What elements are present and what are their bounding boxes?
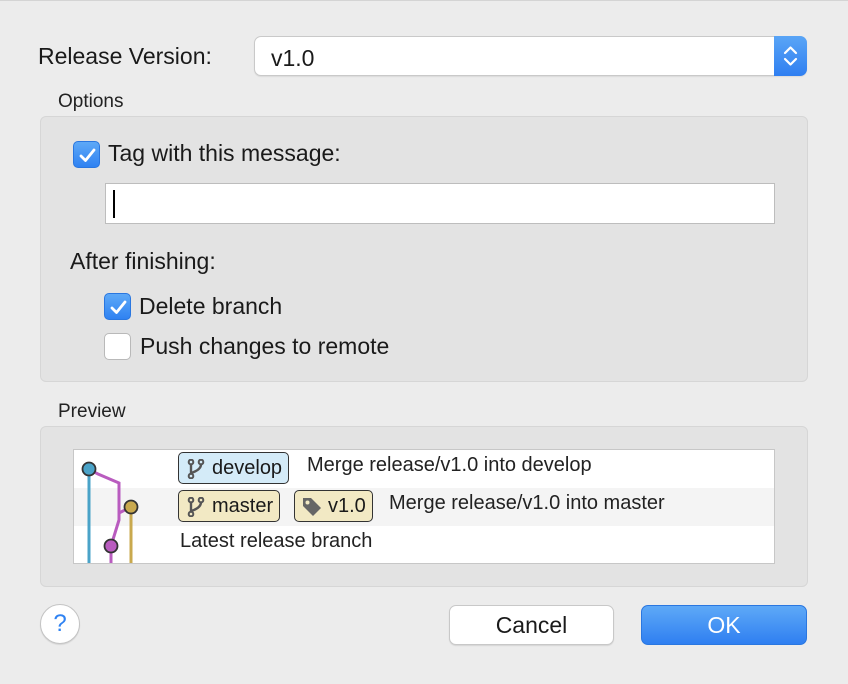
branch-badge-label: master xyxy=(212,495,274,517)
commit-message: Latest release branch xyxy=(180,530,373,552)
checkmark-icon xyxy=(110,300,127,314)
branch-badge-master: master xyxy=(178,490,281,522)
after-finishing-label: After finishing: xyxy=(70,248,216,274)
help-button[interactable]: ? xyxy=(40,604,80,644)
tag-message-label: Tag with this message: xyxy=(108,140,341,166)
tag-message-checkbox[interactable] xyxy=(73,141,100,168)
release-version-label: Release Version: xyxy=(38,43,212,69)
commit-message: Merge release/v1.0 into master xyxy=(389,492,665,514)
window-top-border xyxy=(0,0,848,1)
push-changes-checkbox[interactable] xyxy=(104,333,131,360)
commit-message: Merge release/v1.0 into develop xyxy=(307,454,592,476)
preview-commit-list: develop Merge release/v1.0 into develop … xyxy=(73,449,775,564)
preview-group-label: Preview xyxy=(58,401,126,422)
commit-graph xyxy=(81,461,139,563)
release-version-select[interactable]: v1.0 xyxy=(254,36,807,76)
ok-button[interactable]: OK xyxy=(641,605,807,645)
tag-icon xyxy=(303,498,321,516)
tag-message-input[interactable] xyxy=(105,183,775,224)
up-down-chevron-icon[interactable] xyxy=(774,36,807,76)
commit-node-master xyxy=(123,499,139,515)
delete-branch-checkbox[interactable] xyxy=(104,293,131,320)
delete-branch-label: Delete branch xyxy=(139,293,283,319)
push-changes-label: Push changes to remote xyxy=(140,333,390,359)
options-group-label: Options xyxy=(58,91,124,112)
checkmark-icon xyxy=(79,148,96,162)
branch-badge-develop: develop xyxy=(178,452,290,484)
cancel-button[interactable]: Cancel xyxy=(449,605,614,645)
commit-node-develop xyxy=(81,461,97,477)
tag-badge-v1.0: v1.0 xyxy=(294,490,373,522)
git-branch-icon xyxy=(187,497,205,517)
release-version-value: v1.0 xyxy=(271,45,315,71)
list-item xyxy=(74,526,774,563)
tag-badge-label: v1.0 xyxy=(328,495,366,517)
text-caret xyxy=(113,190,115,218)
git-branch-icon xyxy=(187,459,205,479)
branch-badge-label: develop xyxy=(212,457,283,479)
commit-node-release xyxy=(103,538,119,554)
